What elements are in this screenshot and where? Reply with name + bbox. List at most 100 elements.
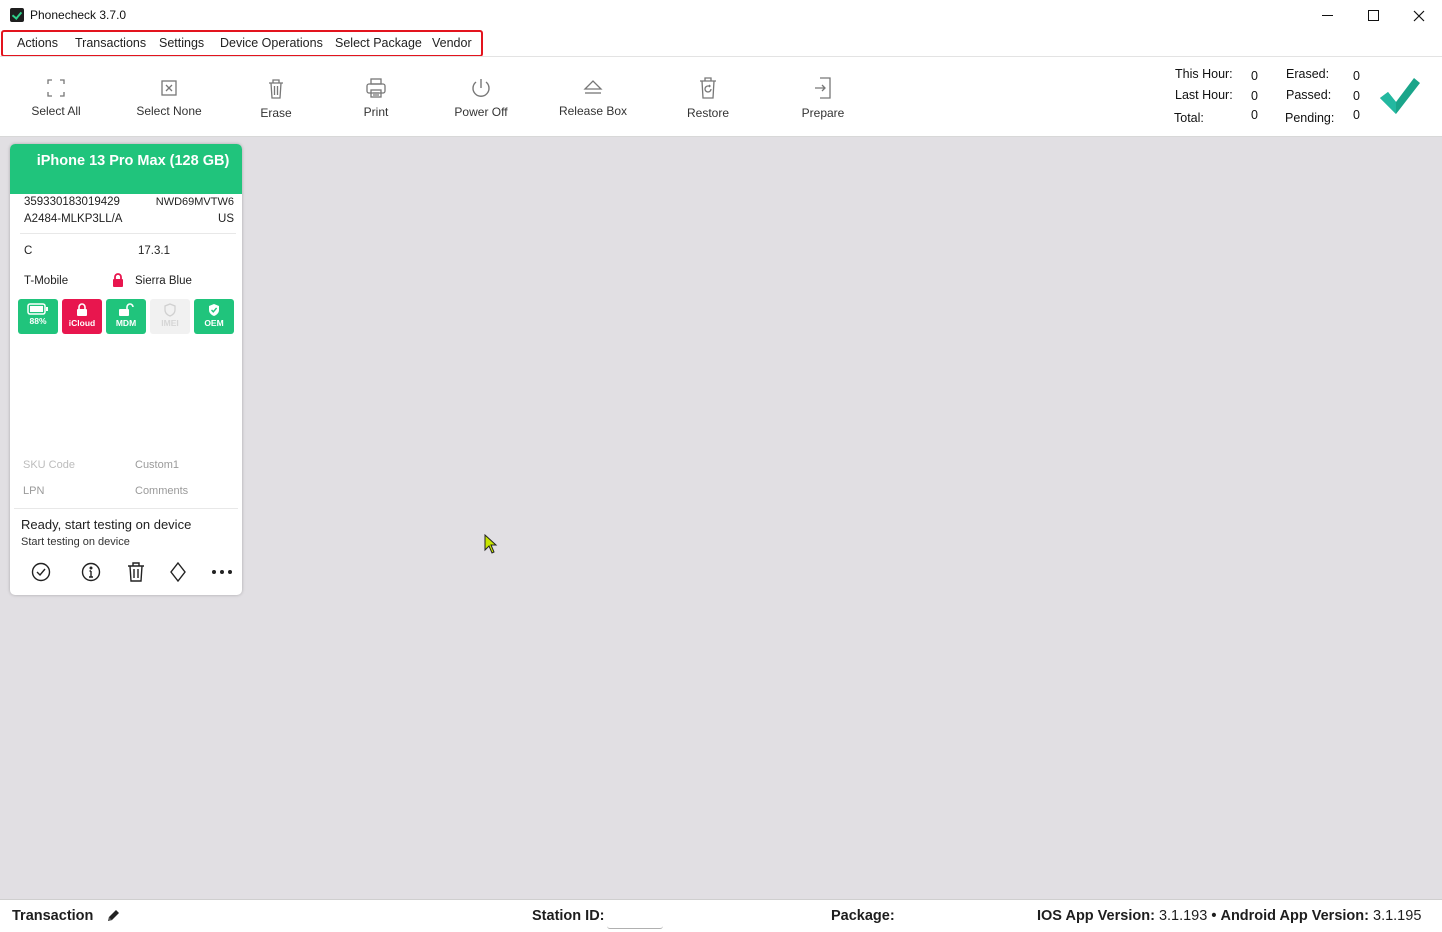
icloud-lock-icon — [77, 303, 87, 316]
comments-field[interactable]: Comments — [135, 485, 188, 497]
device-carrier: T-Mobile — [24, 275, 69, 287]
menu-settings[interactable]: Settings — [159, 36, 204, 50]
mdm-unlock-icon — [119, 303, 134, 316]
erased-value: 0 — [1353, 69, 1360, 83]
select-all-icon — [47, 79, 65, 97]
imei-badge[interactable]: IMEI — [150, 299, 190, 334]
menu-select-package[interactable]: Select Package — [335, 36, 422, 50]
battery-badge[interactable]: 88% — [18, 299, 58, 334]
device-color: Sierra Blue — [135, 275, 192, 287]
android-version-value: 3.1.195 — [1373, 908, 1422, 924]
total-value: 0 — [1251, 108, 1258, 122]
icloud-badge-label: iCloud — [68, 318, 96, 328]
select-all-label: Select All — [31, 104, 81, 118]
maximize-button[interactable] — [1350, 0, 1396, 31]
device-region: US — [218, 213, 234, 225]
menu-device-operations[interactable]: Device Operations — [220, 36, 323, 50]
transaction-label[interactable]: Transaction — [12, 908, 93, 924]
maximize-icon — [1367, 10, 1379, 21]
device-model: A2484-MLKP3LL/A — [24, 213, 123, 225]
card-divider — [20, 233, 236, 234]
erase-label: Erase — [260, 106, 292, 120]
mouse-cursor-icon — [484, 534, 498, 554]
device-ios-version: 17.3.1 — [138, 245, 170, 257]
power-off-label: Power Off — [454, 105, 508, 119]
device-imei: 359330183019429 — [24, 196, 120, 208]
restore-button[interactable]: Restore — [658, 76, 758, 120]
device-card[interactable]: iPhone 13 Pro Max (128 GB) 3593301830194… — [10, 144, 242, 595]
prepare-icon — [815, 77, 831, 99]
pencil-icon[interactable] — [106, 908, 121, 923]
total-label: Total: — [1174, 111, 1204, 125]
pending-label: Pending: — [1285, 111, 1335, 125]
trash-icon — [269, 79, 283, 99]
power-icon — [472, 79, 490, 97]
custom1-field[interactable]: Custom1 — [135, 459, 179, 471]
restore-trash-icon — [700, 77, 716, 99]
this-hour-label: This Hour: — [1175, 67, 1233, 81]
erase-button[interactable]: Erase — [226, 78, 326, 120]
oem-badge[interactable]: OEM — [194, 299, 234, 334]
device-title: iPhone 13 Pro Max (128 GB) — [10, 144, 242, 194]
title-bar: Phonecheck 3.7.0 — [0, 0, 1442, 31]
passed-label: Passed: — [1286, 88, 1332, 102]
prepare-button[interactable]: Prepare — [773, 76, 873, 120]
pending-value: 0 — [1353, 108, 1360, 122]
prepare-label: Prepare — [801, 106, 845, 120]
erased-label: Erased: — [1286, 67, 1330, 81]
mdm-badge-label: MDM — [115, 318, 137, 328]
last-hour-label: Last Hour: — [1175, 88, 1233, 102]
ios-version-value: 3.1.193 — [1158, 908, 1208, 924]
station-id-label: Station ID: — [532, 908, 605, 924]
power-off-button[interactable]: Power Off — [431, 77, 531, 119]
info-icon[interactable] — [81, 562, 101, 582]
close-icon — [1413, 10, 1425, 21]
icloud-badge[interactable]: iCloud — [62, 299, 102, 334]
restore-label: Restore — [686, 106, 730, 120]
minimize-icon — [1321, 15, 1333, 16]
device-serial: NWD69MVTW6 — [155, 196, 234, 208]
window-title: Phonecheck 3.7.0 — [30, 8, 127, 22]
select-none-icon — [161, 80, 177, 96]
menu-vendor[interactable]: Vendor — [432, 36, 472, 50]
lpn-field[interactable]: LPN — [23, 485, 44, 497]
eject-icon — [583, 80, 603, 94]
version-separator: • — [1211, 908, 1217, 924]
check-circle-icon[interactable] — [31, 562, 51, 582]
app-versions: IOS App Version: 3.1.193 • Android App V… — [1037, 908, 1421, 924]
battery-badge-label: 88% — [29, 316, 47, 326]
device-status-sub: Start testing on device — [21, 536, 130, 548]
print-button[interactable]: Print — [326, 77, 426, 119]
minimize-button[interactable] — [1304, 0, 1350, 31]
last-hour-value: 0 — [1251, 89, 1258, 103]
print-label: Print — [363, 105, 389, 119]
android-version-label: Android App Version: — [1220, 908, 1369, 924]
app-logo-icon — [10, 8, 24, 22]
sku-code-field[interactable]: SKU Code — [23, 459, 75, 471]
passed-value: 0 — [1353, 89, 1360, 103]
card-divider — [14, 508, 238, 509]
diamond-icon[interactable] — [170, 562, 186, 582]
this-hour-value: 0 — [1251, 69, 1258, 83]
device-grade: C — [24, 245, 33, 257]
menu-transactions[interactable]: Transactions — [75, 36, 146, 50]
select-none-label: Select None — [136, 104, 202, 118]
delete-icon[interactable] — [127, 562, 145, 582]
select-all-button[interactable]: Select All — [6, 78, 106, 118]
station-id-field[interactable] — [607, 905, 663, 929]
imei-shield-icon — [164, 303, 176, 317]
battery-icon — [27, 303, 48, 315]
release-box-label: Release Box — [558, 104, 628, 118]
release-box-button[interactable]: Release Box — [543, 78, 643, 118]
select-none-button[interactable]: Select None — [119, 78, 219, 118]
oem-shield-check-icon — [209, 304, 219, 316]
phonecheck-logo-icon — [1380, 78, 1420, 114]
lock-icon — [113, 273, 123, 287]
printer-icon — [366, 78, 386, 98]
close-button[interactable] — [1396, 0, 1442, 31]
imei-badge-label: IMEI — [161, 318, 179, 328]
mdm-badge[interactable]: MDM — [106, 299, 146, 334]
more-icon[interactable] — [211, 562, 233, 582]
menu-actions[interactable]: Actions — [17, 36, 58, 50]
package-label: Package: — [831, 908, 895, 924]
